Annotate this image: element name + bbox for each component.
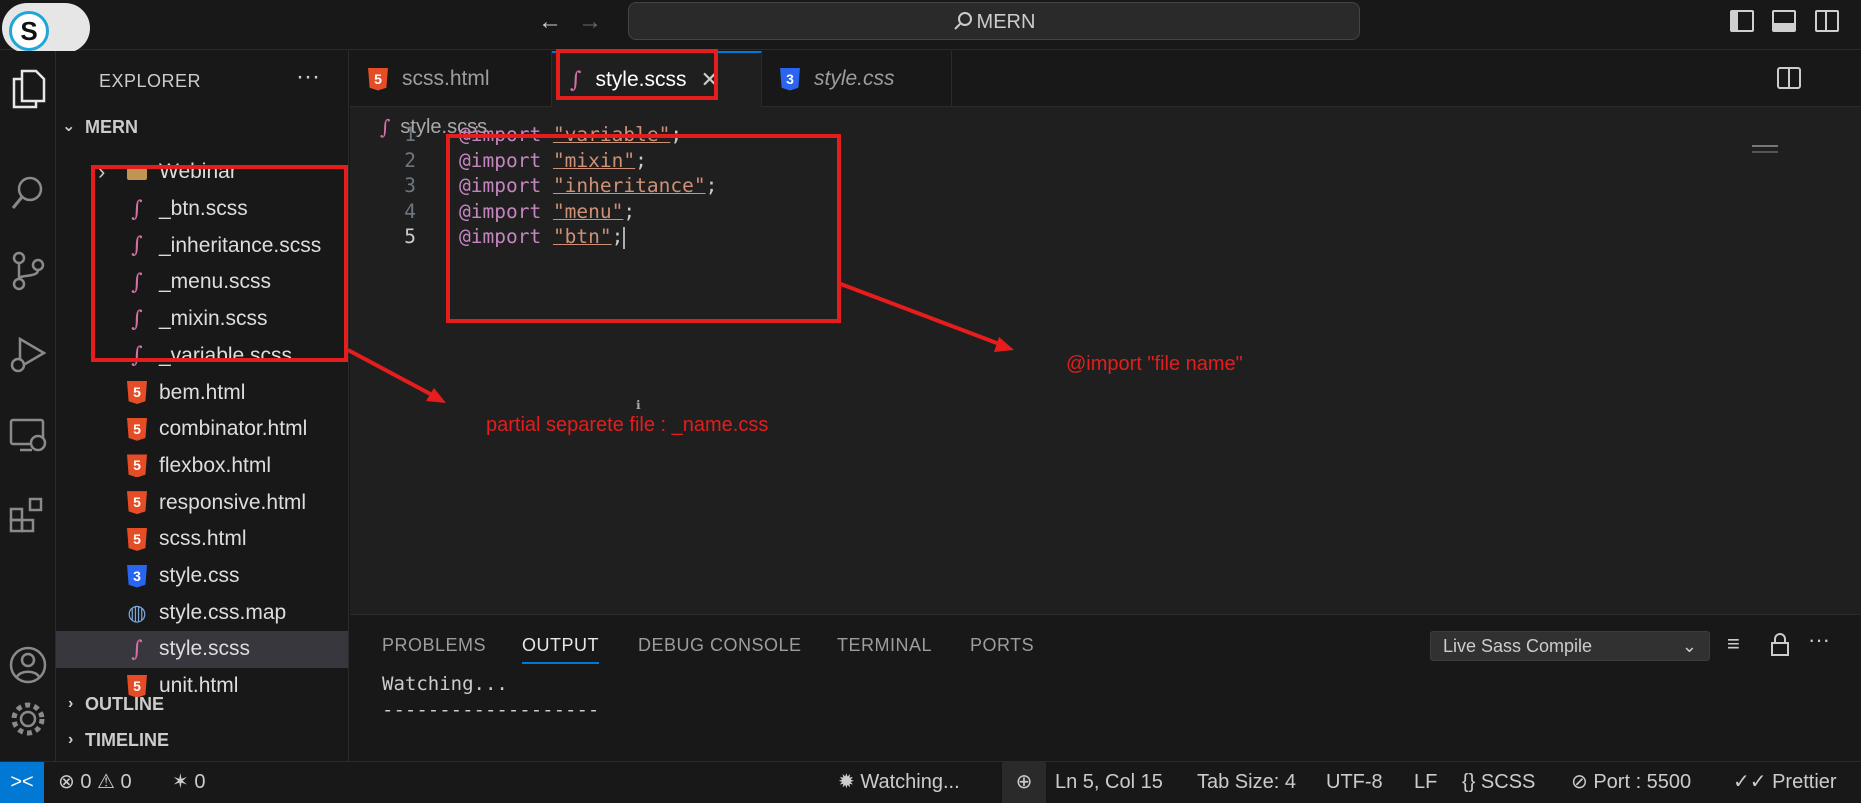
- encoding[interactable]: UTF-8: [1326, 762, 1383, 803]
- chevron-down-icon: ⌄: [1681, 636, 1697, 656]
- watching-label: Watching...: [860, 771, 960, 793]
- panel-tab[interactable]: TERMINAL: [837, 635, 932, 656]
- output-line: -------------------: [382, 699, 600, 721]
- error-count: 0: [80, 771, 92, 793]
- import-note: @import "file name": [1066, 353, 1243, 375]
- error-icon: ⊗: [58, 771, 75, 793]
- arrow-to-import-note: [837, 281, 1003, 347]
- language-mode[interactable]: {} SCSS: [1462, 762, 1535, 803]
- language-label: SCSS: [1480, 771, 1536, 793]
- ports-status[interactable]: ✶ 0: [172, 762, 205, 803]
- select-value: Live Sass Compile: [1443, 636, 1593, 656]
- clear-output-icon[interactable]: ≡: [1727, 631, 1740, 657]
- warning-count: 0: [120, 771, 132, 793]
- telescope-icon: ✹: [838, 771, 855, 793]
- zoom-icon[interactable]: ⊕: [1002, 762, 1046, 803]
- live-sass-watching[interactable]: ✹ Watching...: [838, 762, 960, 803]
- panel-tab[interactable]: PROBLEMS: [382, 635, 486, 656]
- lock-scroll-icon[interactable]: [1770, 633, 1790, 657]
- broadcast-icon: ✶: [172, 771, 189, 793]
- output-line: Watching...: [382, 673, 508, 695]
- no-entry-icon: ⊘: [1571, 771, 1588, 793]
- prettier-label: Prettier: [1772, 771, 1837, 793]
- partial-note: partial separete file : _name.css: [486, 414, 769, 436]
- ports-count: 0: [194, 771, 206, 793]
- tab-size[interactable]: Tab Size: 4: [1197, 762, 1296, 803]
- bottom-panel: PROBLEMS OUTPUT DEBUG CONSOLE TERMINAL PORTS…: [350, 614, 1861, 761]
- arrow-head: [994, 337, 1014, 352]
- panel-tab[interactable]: PORTS: [970, 635, 1034, 656]
- more-actions-icon[interactable]: ···: [1808, 627, 1830, 653]
- braces-icon: {}: [1462, 771, 1476, 793]
- remote-indicator-icon[interactable]: ><: [0, 762, 44, 803]
- output-channel-select[interactable]: Live Sass Compile ⌄: [1430, 631, 1710, 661]
- port-label: Port : 5500: [1593, 771, 1692, 793]
- status-bar: >< ⊗ 0 ⚠ 0 ✶ 0 ✹ Watching... ⊕ Ln 5, Col…: [0, 761, 1861, 803]
- check-double-icon: ✓✓: [1733, 771, 1767, 793]
- live-server-port[interactable]: ⊘ Port : 5500: [1571, 762, 1691, 803]
- panel-tab[interactable]: OUTPUT: [522, 635, 599, 664]
- end-of-line[interactable]: LF: [1414, 762, 1437, 803]
- cursor-position[interactable]: Ln 5, Col 15: [1055, 762, 1163, 803]
- panel-tab[interactable]: DEBUG CONSOLE: [638, 635, 802, 656]
- arrow-to-partial-note: [347, 348, 437, 399]
- problems-status[interactable]: ⊗ 0 ⚠ 0: [58, 762, 132, 803]
- prettier-status[interactable]: ✓✓ Prettier: [1733, 762, 1837, 803]
- mouse-cursor-icon: ℹ: [636, 398, 641, 412]
- warning-icon: ⚠: [97, 771, 115, 793]
